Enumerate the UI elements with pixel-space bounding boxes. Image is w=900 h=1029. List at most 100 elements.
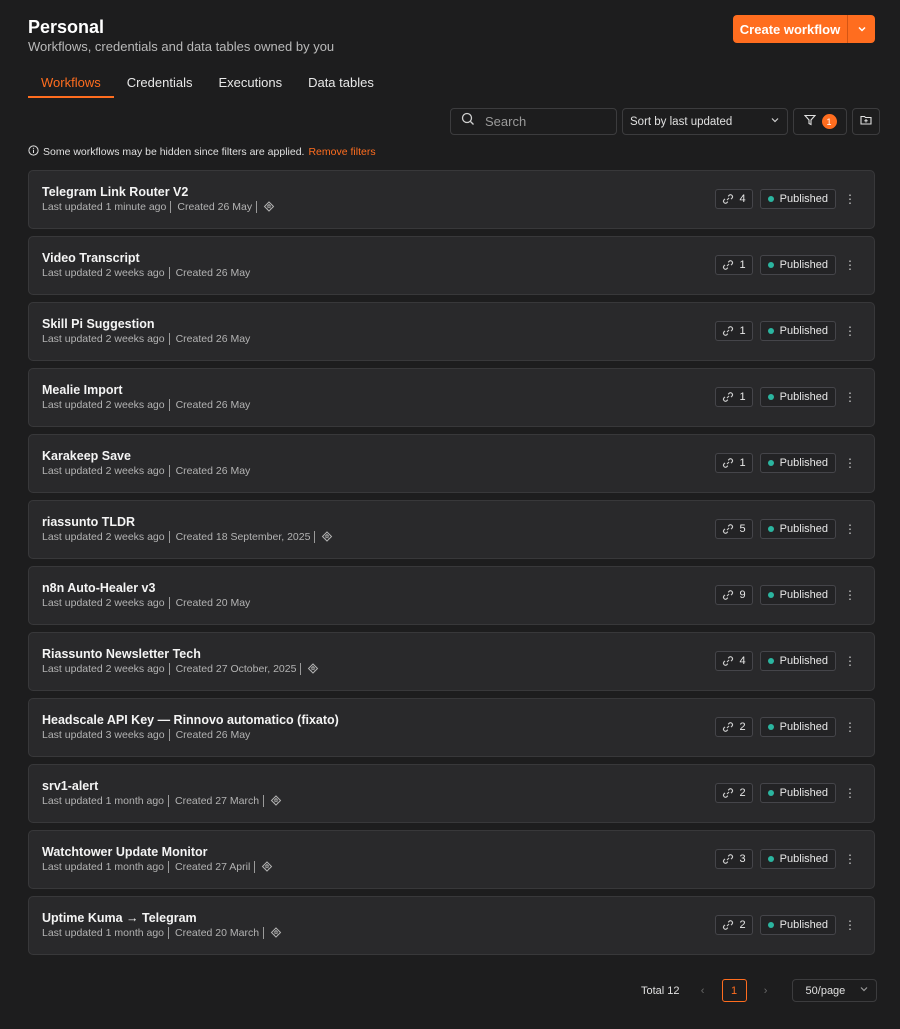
status-label: Published [779, 523, 828, 535]
divider [170, 201, 172, 213]
tab-executions[interactable]: Executions [205, 73, 295, 98]
workflow-name[interactable]: Karakeep Save [42, 449, 131, 463]
search-box[interactable] [450, 108, 617, 135]
workflow-created: Created 27 October, 2025 [175, 663, 297, 675]
page-size-value: 50/page [805, 984, 846, 997]
workflow-name[interactable]: riassunto TLDR [42, 515, 135, 529]
more-options-icon[interactable]: ⋮ [843, 786, 857, 800]
chevron-down-icon[interactable] [848, 15, 875, 43]
workflow-row[interactable]: riassunto TLDR Last updated 2 weeks ago … [28, 500, 875, 559]
chevron-right-icon[interactable]: › [760, 985, 772, 997]
more-options-icon[interactable]: ⋮ [843, 456, 857, 470]
page-header: Personal Workflows, credentials and data… [28, 16, 334, 54]
workflow-row[interactable]: Watchtower Update Monitor Last updated 1… [28, 830, 875, 889]
linked-count-chip[interactable]: 4 [714, 651, 753, 671]
more-options-icon[interactable]: ⋮ [843, 720, 857, 734]
linked-count-chip[interactable]: 3 [714, 849, 753, 869]
workflow-actions: 5 Published ⋮ [714, 519, 857, 539]
page-size-select[interactable]: 50/page [791, 979, 877, 1002]
more-options-icon[interactable]: ⋮ [843, 324, 857, 338]
workflow-name[interactable]: Skill Pi Suggestion [42, 317, 155, 331]
workflow-row[interactable]: Karakeep Save Last updated 2 weeks ago C… [28, 434, 875, 493]
divider [168, 333, 170, 345]
workflow-meta: Last updated 1 month ago Created 27 Marc… [42, 795, 282, 807]
linked-count-chip[interactable]: 4 [714, 189, 753, 209]
workflow-actions: 1 Published ⋮ [714, 255, 857, 275]
linked-count: 2 [739, 721, 746, 733]
link-icon [722, 457, 734, 469]
search-input[interactable] [485, 114, 605, 129]
status-badge: Published [759, 849, 836, 869]
linked-count-chip[interactable]: 1 [714, 387, 753, 407]
linked-count-chip[interactable]: 2 [714, 717, 753, 737]
archive-icon [261, 861, 273, 873]
status-badge: Published [759, 453, 836, 473]
more-options-icon[interactable]: ⋮ [843, 522, 857, 536]
workflow-name[interactable]: Video Transcript [42, 251, 140, 265]
workflow-meta: Last updated 2 weeks ago Created 18 Sept… [42, 531, 333, 543]
status-badge: Published [759, 387, 836, 407]
workflow-row[interactable]: srv1-alert Last updated 1 month ago Crea… [28, 764, 875, 823]
more-options-icon[interactable]: ⋮ [843, 852, 857, 866]
divider [254, 861, 256, 873]
workflow-row[interactable]: Mealie Import Last updated 2 weeks ago C… [28, 368, 875, 427]
status-badge: Published [759, 255, 836, 275]
remove-filters-link[interactable]: Remove filters [308, 146, 375, 158]
workflow-created: Created 20 March [175, 927, 260, 939]
link-icon [722, 655, 734, 667]
linked-count: 2 [739, 919, 746, 931]
workflow-name[interactable]: Uptime Kuma → Telegram [42, 911, 197, 925]
linked-count-chip[interactable]: 1 [714, 321, 753, 341]
chevron-left-icon[interactable]: ‹ [697, 985, 709, 997]
workflow-row[interactable]: Telegram Link Router V2 Last updated 1 m… [28, 170, 875, 229]
divider [263, 795, 265, 807]
page-button-current[interactable]: 1 [721, 979, 747, 1002]
tab-workflows[interactable]: Workflows [28, 73, 114, 98]
more-options-icon[interactable]: ⋮ [843, 588, 857, 602]
workflow-updated: Last updated 3 weeks ago [42, 729, 165, 741]
chevron-down-icon [859, 984, 869, 997]
workflow-row[interactable]: Uptime Kuma → Telegram Last updated 1 mo… [28, 896, 875, 955]
status-dot [767, 658, 774, 664]
workflow-row[interactable]: Video Transcript Last updated 2 weeks ag… [28, 236, 875, 295]
tab-data-tables[interactable]: Data tables [295, 73, 387, 98]
create-workflow-button[interactable]: Create workflow [733, 15, 875, 43]
more-options-icon[interactable]: ⋮ [843, 918, 857, 932]
workflow-created: Created 27 April [175, 861, 251, 873]
filter-icon [803, 113, 816, 131]
workflow-row[interactable]: Headscale API Key — Rinnovo automatico (… [28, 698, 875, 757]
linked-count-chip[interactable]: 2 [714, 783, 753, 803]
linked-count-chip[interactable]: 2 [714, 915, 753, 935]
filter-button[interactable]: 1 [793, 108, 847, 135]
workflow-actions: 1 Published ⋮ [714, 453, 857, 473]
status-badge: Published [759, 321, 836, 341]
create-workflow-label[interactable]: Create workflow [733, 15, 848, 43]
tab-credentials[interactable]: Credentials [114, 73, 206, 98]
linked-count-chip[interactable]: 5 [714, 519, 753, 539]
divider [168, 597, 170, 609]
workflow-row[interactable]: Riassunto Newsletter Tech Last updated 2… [28, 632, 875, 691]
more-options-icon[interactable]: ⋮ [843, 258, 857, 272]
workflow-row[interactable]: Skill Pi Suggestion Last updated 2 weeks… [28, 302, 875, 361]
workflow-name[interactable]: Riassunto Newsletter Tech [42, 647, 201, 661]
status-label: Published [779, 391, 828, 403]
new-folder-button[interactable] [852, 108, 880, 135]
workflow-name[interactable]: n8n Auto-Healer v3 [42, 581, 155, 595]
workflow-name[interactable]: Watchtower Update Monitor [42, 845, 208, 859]
workflow-name[interactable]: Telegram Link Router V2 [42, 185, 188, 199]
linked-count-chip[interactable]: 9 [714, 585, 753, 605]
more-options-icon[interactable]: ⋮ [843, 192, 857, 206]
more-options-icon[interactable]: ⋮ [843, 390, 857, 404]
linked-count-chip[interactable]: 1 [714, 255, 753, 275]
link-icon [722, 721, 734, 733]
link-icon [722, 193, 734, 205]
workflow-name[interactable]: Mealie Import [42, 383, 123, 397]
status-badge: Published [759, 915, 836, 935]
status-label: Published [779, 853, 828, 865]
linked-count-chip[interactable]: 1 [714, 453, 753, 473]
sort-select[interactable]: Sort by last updated [622, 108, 788, 135]
workflow-name[interactable]: srv1-alert [42, 779, 98, 793]
more-options-icon[interactable]: ⋮ [843, 654, 857, 668]
workflow-name[interactable]: Headscale API Key — Rinnovo automatico (… [42, 713, 339, 727]
workflow-row[interactable]: n8n Auto-Healer v3 Last updated 2 weeks … [28, 566, 875, 625]
